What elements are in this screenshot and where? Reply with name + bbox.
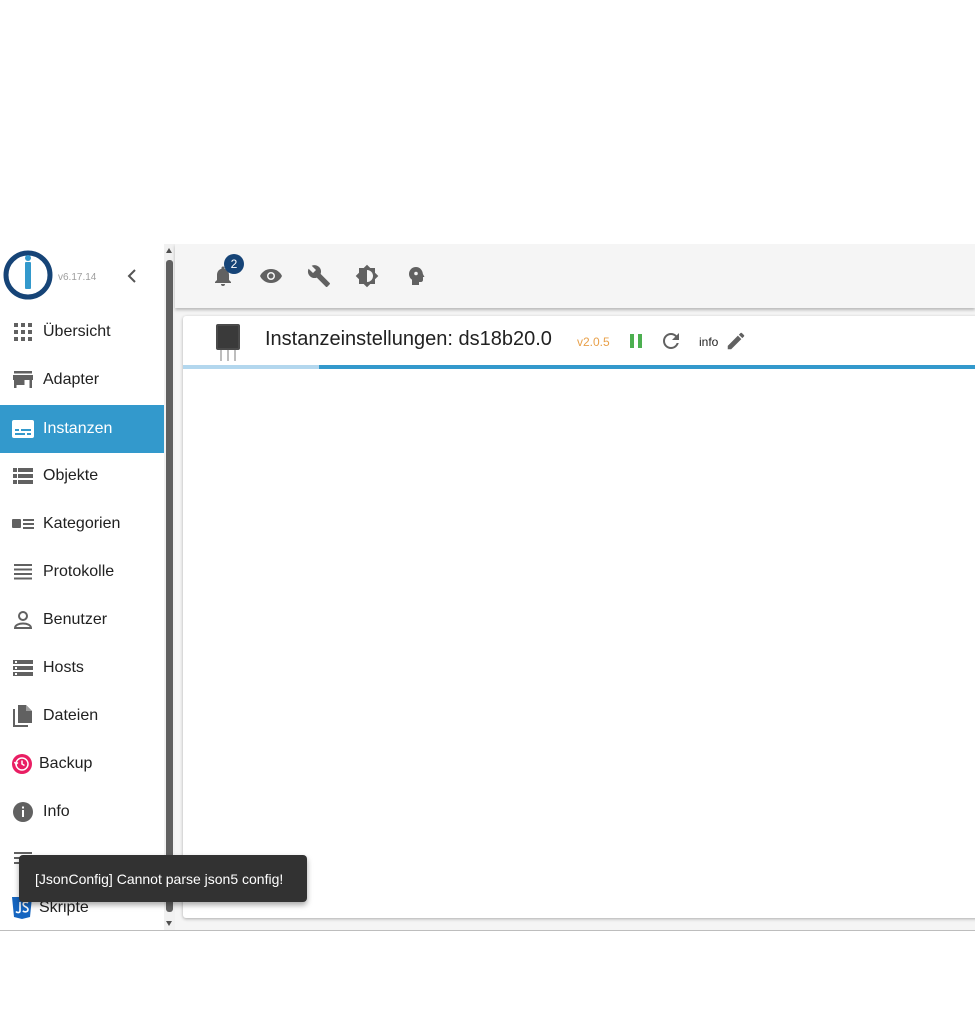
sidebar-item-benutzer[interactable]: Benutzer [0,596,164,644]
app-version: v6.17.14 [58,272,97,283]
sidebar-header: v6.17.14 [0,244,164,308]
sidebar-item-instanzen[interactable]: Instanzen [0,405,164,453]
file-icon [11,704,35,728]
ds18b20-sensor-icon [216,324,240,361]
sidebar-item-label: Dateien [43,707,99,724]
scrollbar-thumb[interactable] [166,260,173,912]
backup-icon [10,752,34,776]
sidebar-item-dateien[interactable]: Dateien [0,692,164,740]
sidebar-item-label: Benutzer [43,611,108,628]
hosts-icon [11,656,35,680]
main-area: 2 Instanzeinstellungen: ds18b20.0 v2.0.5… [175,244,975,930]
sidebar-item-adapter[interactable]: Adapter [0,356,164,404]
sidebar-item-label: Info [43,803,70,820]
sidebar-item-label: Instanzen [43,420,113,437]
categories-icon [11,512,35,536]
window-bottom-border [0,930,975,931]
adapter-version-tag: v2.0.5 [577,335,610,349]
pencil-icon[interactable] [725,330,747,352]
instance-config-header: Instanzeinstellungen: ds18b20.0 v2.0.5 i… [183,316,975,366]
log-lines-icon [11,560,35,584]
sidebar-item-label: Protokolle [43,563,115,580]
instances-icon [11,417,35,441]
snackbar-message: [JsonConfig] Cannot parse json5 config! [35,870,284,887]
sidebar-item-label: Kategorien [43,515,121,532]
app-window: v6.17.14 Übersicht Adapter Instanzen Obj… [0,244,975,930]
store-icon [11,368,35,392]
error-snackbar: [JsonConfig] Cannot parse json5 config! [19,855,307,902]
info-link[interactable]: info [699,335,718,349]
sidebar-item-objekte[interactable]: Objekte [0,452,164,500]
page-title: Instanzeinstellungen: ds18b20.0 [265,328,552,350]
chevron-left-icon[interactable] [120,264,144,288]
scroll-down-arrow-icon[interactable] [166,921,172,926]
sidebar-item-label: Backup [39,755,93,772]
iobroker-logo[interactable] [3,250,53,300]
expert-mode-head-icon[interactable] [403,264,427,288]
sidebar-item-label: Übersicht [43,323,111,340]
eye-icon[interactable] [259,264,283,288]
scroll-up-arrow-icon[interactable] [166,248,172,253]
progress-bar-fill [319,365,975,369]
loading-progress-bar [183,365,975,369]
pause-icon[interactable] [625,330,647,352]
reload-icon[interactable] [659,329,683,353]
info-icon [11,800,35,824]
apps-grid-icon [11,320,35,344]
list-icon [11,464,35,488]
top-toolbar: 2 [175,244,975,308]
sidebar-item-protokolle[interactable]: Protokolle [0,548,164,596]
notification-badge: 2 [224,254,244,274]
wrench-icon[interactable] [307,264,331,288]
sidebar-item-label: Adapter [43,371,100,388]
instance-config-card: Instanzeinstellungen: ds18b20.0 v2.0.5 i… [183,316,975,918]
sidebar-item-backup[interactable]: Backup [0,740,164,788]
sidebar-item-hosts[interactable]: Hosts [0,644,164,692]
sidebar-item-label: Objekte [43,467,99,484]
sidebar-item-uebersicht[interactable]: Übersicht [0,308,164,356]
sidebar-scrollbar[interactable] [164,244,175,930]
sidebar-item-kategorien[interactable]: Kategorien [0,500,164,548]
sidebar-item-label: Hosts [43,659,84,676]
sidebar-item-info[interactable]: Info [0,788,164,836]
sidebar: v6.17.14 Übersicht Adapter Instanzen Obj… [0,244,165,930]
person-icon [11,608,35,632]
brightness-icon[interactable] [355,264,379,288]
